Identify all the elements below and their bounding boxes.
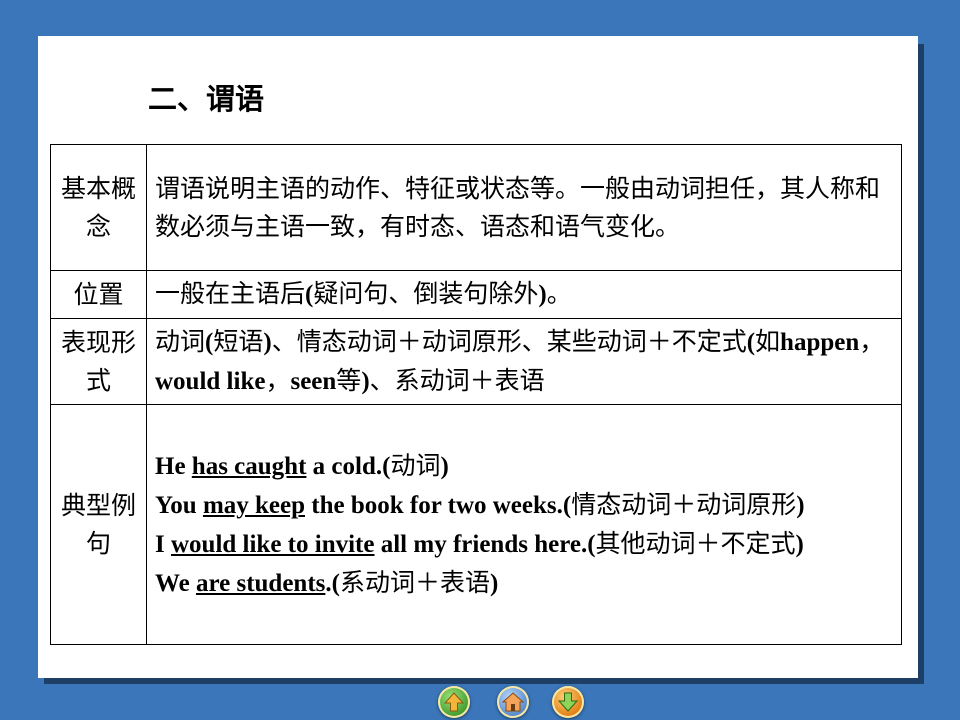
forms-p8: happen — [780, 328, 860, 356]
home-icon — [501, 692, 525, 712]
example-3-cn: 其他动词＋不定式 — [595, 528, 796, 558]
example-line-4: We are students.(系动词＋表语) — [155, 564, 897, 603]
example-1-underlined: has caught — [191, 452, 307, 480]
example-3-post: all my friends here.( — [374, 530, 596, 558]
forms-p10: would like — [155, 367, 266, 395]
example-4-pre: We — [155, 569, 196, 597]
nav-next-button[interactable] — [552, 686, 584, 718]
example-1-end: ) — [440, 452, 449, 480]
position-paren-close: ) — [538, 281, 547, 308]
example-3-end: ) — [795, 530, 804, 558]
example-2-post: the book for two weeks.( — [305, 491, 572, 519]
forms-p7: 如 — [755, 326, 781, 356]
example-1-pre: He — [155, 452, 192, 480]
grammar-table: 基本概念 谓语说明主语的动作、特征或状态等。一般由动词担任，其人称和数必须与主语… — [50, 144, 902, 645]
arrow-down-icon — [557, 692, 579, 712]
example-2-underlined: may keep — [202, 491, 306, 519]
row-head-forms: 表现形式 — [50, 318, 147, 405]
slide-title: 二、谓语 — [148, 82, 265, 116]
forms-p4: ) — [263, 328, 272, 356]
row-text-concept: 谓语说明主语的动作、特征或状态等。一般由动词担任，其人称和数必须与主语一致，有时… — [146, 144, 902, 271]
example-4-underlined: are students — [195, 569, 326, 597]
row-head-position: 位置 — [50, 270, 147, 319]
forms-p13: 等 — [336, 365, 362, 395]
example-line-2: You may keep the book for two weeks.(情态动… — [155, 486, 897, 525]
position-text-c: 。 — [546, 279, 572, 308]
position-text-a: 一般在主语后 — [155, 279, 306, 308]
table-row-concept: 基本概念 谓语说明主语的动作、特征或状态等。一般由动词担任，其人称和数必须与主语… — [50, 144, 902, 271]
forms-p15: 、系动词＋表语 — [369, 365, 545, 395]
example-2-cn: 情态动词＋动词原形 — [571, 489, 797, 519]
position-text-b: 疑问句、倒装句除外 — [313, 279, 539, 308]
table-row-position: 位置 一般在主语后(疑问句、倒装句除外)。 — [50, 270, 902, 319]
row-text-forms: 动词(短语)、情态动词＋动词原形、某些动词＋不定式(如happen，would … — [146, 318, 902, 405]
forms-p1: 动词 — [155, 326, 206, 356]
row-head-concept: 基本概念 — [50, 144, 147, 271]
table-row-forms: 表现形式 动词(短语)、情态动词＋动词原形、某些动词＋不定式(如happen，w… — [50, 318, 902, 405]
example-3-underlined: would like to invite — [170, 530, 375, 558]
table-row-examples: 典型例句 He has caught a cold.(动词) You may k… — [50, 404, 902, 645]
example-3-pre: I — [155, 530, 171, 558]
row-head-examples: 典型例句 — [50, 404, 147, 645]
forms-p11: ， — [265, 365, 291, 395]
row-text-position: 一般在主语后(疑问句、倒装句除外)。 — [146, 270, 902, 319]
forms-p14: ) — [361, 367, 370, 395]
example-4-end: ) — [489, 569, 499, 597]
example-2-end: ) — [796, 491, 805, 519]
example-4-cn: 系动词＋表语 — [339, 567, 490, 597]
example-line-3: I would like to invite all my friends he… — [155, 525, 897, 564]
row-text-examples: He has caught a cold.(动词) You may keep t… — [146, 404, 902, 645]
example-1-cn: 动词 — [390, 450, 441, 480]
nav-prev-button[interactable] — [438, 686, 470, 718]
slide: 二、谓语 基本概念 谓语说明主语的动作、特征或状态等。一般由动词担任，其人称和数… — [38, 36, 918, 678]
forms-p3: 短语 — [213, 326, 264, 356]
forms-p9: ， — [859, 326, 885, 356]
example-2-pre: You — [155, 491, 203, 519]
example-1-post: a cold.( — [306, 452, 391, 480]
arrow-up-icon — [443, 692, 465, 712]
nav-home-button[interactable] — [497, 686, 529, 718]
forms-p6: ( — [746, 328, 756, 356]
example-4-post: .( — [325, 569, 340, 597]
example-line-1: He has caught a cold.(动词) — [155, 447, 897, 486]
forms-p5: 、情态动词＋动词原形、某些动词＋不定式 — [271, 326, 747, 356]
forms-p12: seen — [290, 367, 337, 395]
